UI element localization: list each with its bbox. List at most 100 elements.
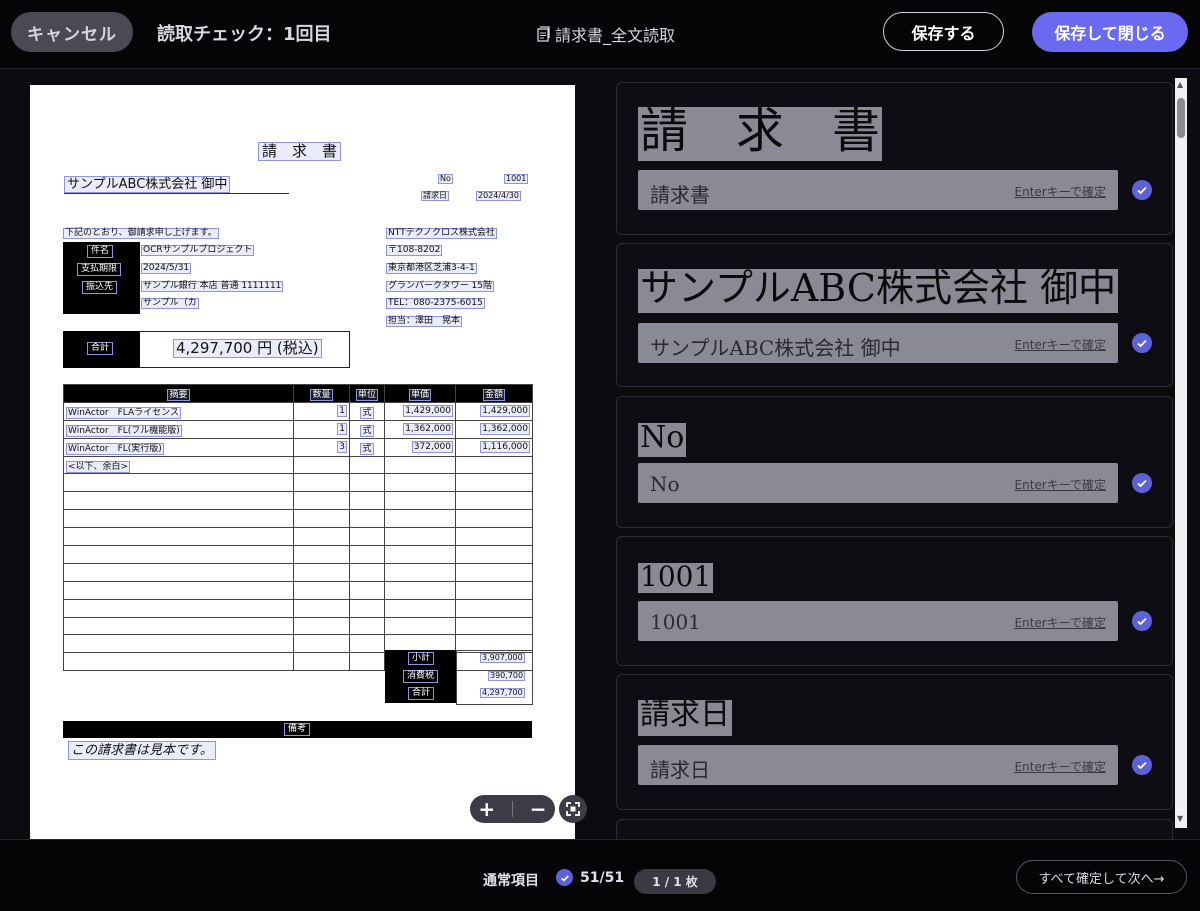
info-value-bank-name[interactable]: サンプル（カ — [141, 298, 199, 309]
summary-tax-value[interactable]: 390,700 — [488, 671, 526, 681]
document-icon — [537, 26, 550, 42]
document-title-text: 請求書_全文読取 — [555, 26, 676, 45]
field-card[interactable]: サンプルABC株式会社 御中 サンプルABC株式会社 御中 Enterキーで確定 — [616, 243, 1173, 387]
save-and-close-button[interactable]: 保存して閉じる — [1032, 12, 1188, 52]
enter-hint: Enterキーで確定 — [1014, 760, 1107, 774]
field-input-value[interactable]: 請求日 — [650, 754, 710, 783]
doc-date-value[interactable]: 2024/4/30 — [476, 191, 522, 201]
summary-subtotal-label[interactable]: 小計 — [408, 652, 435, 665]
field-input[interactable]: 請求日 Enterキーで確定 — [638, 745, 1118, 785]
issuer-company[interactable]: NTTテクノクロス株式会社 — [386, 228, 498, 239]
col-header-price[interactable]: 単価 — [408, 388, 431, 401]
field-card-partial[interactable] — [616, 819, 1173, 839]
issuer-tel[interactable]: TEL：080-2375-6015 — [386, 298, 485, 309]
summary-tax-label[interactable]: 消費税 — [403, 670, 439, 683]
col-header-desc[interactable]: 摘要 — [167, 388, 190, 401]
total-label[interactable]: 合計 — [87, 342, 114, 355]
summary-total-value[interactable]: 4,297,700 — [480, 688, 525, 698]
zoom-controls: + − — [470, 795, 555, 823]
scroll-down-icon[interactable]: ▼ — [1177, 814, 1183, 823]
field-input-value[interactable]: サンプルABC株式会社 御中 — [650, 332, 901, 361]
check-icon[interactable] — [1132, 180, 1152, 200]
scroll-thumb[interactable] — [1177, 98, 1185, 138]
issuer-building[interactable]: グランパークタワー 15階 — [386, 281, 494, 292]
field-input-value[interactable]: No — [650, 472, 680, 496]
field-card[interactable]: 請 求 書 請求書 Enterキーで確定 — [616, 82, 1173, 235]
check-icon[interactable] — [1132, 473, 1152, 493]
info-value-due[interactable]: 2024/5/31 — [141, 263, 192, 274]
fit-screen-icon[interactable] — [559, 795, 587, 823]
remarks-label[interactable]: 備考 — [284, 723, 311, 736]
issuer-contact[interactable]: 担当：澤田 晃本 — [386, 316, 463, 327]
table-row: <以下、余白> — [63, 455, 533, 475]
row-amount[interactable]: 1,429,000 — [480, 405, 530, 418]
col-header-unit[interactable]: 単位 — [355, 388, 378, 401]
info-label-subject[interactable]: 件名 — [87, 245, 114, 258]
row-price[interactable]: 1,362,000 — [403, 423, 453, 436]
col-header-amount[interactable]: 金額 — [482, 388, 505, 401]
info-value-bank[interactable]: サンプル銀行 本店 普通 1111111 — [141, 281, 284, 292]
scrollbar[interactable]: ▲ ▼ — [1175, 78, 1187, 828]
zoom-in-icon[interactable]: + — [478, 797, 495, 821]
field-list[interactable]: 請 求 書 請求書 Enterキーで確定 サンプルABC株式会社 御中 サンプル… — [616, 78, 1173, 839]
col-header-qty[interactable]: 数量 — [310, 388, 333, 401]
row-amount[interactable]: 1,116,000 — [480, 441, 530, 454]
row-desc[interactable]: WinActor FLAライセンス — [66, 406, 181, 419]
row-unit[interactable]: 式 — [360, 442, 374, 455]
enter-hint: Enterキーで確定 — [1014, 185, 1107, 199]
zoom-divider — [511, 801, 513, 817]
row-desc[interactable]: WinActor FL(フル機能版) — [66, 424, 182, 437]
row-unit[interactable]: 式 — [360, 406, 374, 419]
row-qty[interactable]: 1 — [337, 405, 347, 418]
summary-subtotal-value[interactable]: 3,907,000 — [480, 653, 525, 663]
summary-total-label[interactable]: 合計 — [408, 687, 435, 700]
field-input[interactable]: 請求書 Enterキーで確定 — [638, 170, 1118, 210]
field-input-value[interactable]: 1001 — [650, 610, 701, 634]
total-value[interactable]: 4,297,700 円 (税込) — [173, 339, 322, 358]
save-button[interactable]: 保存する — [883, 12, 1004, 51]
cancel-button[interactable]: キャンセル — [11, 12, 133, 52]
row-unit[interactable]: 式 — [360, 424, 374, 437]
row-price[interactable]: 372,000 — [411, 441, 453, 454]
doc-recipient[interactable]: サンプルABC株式会社 御中 — [64, 176, 231, 193]
row-qty[interactable]: 1 — [337, 423, 347, 436]
field-card[interactable]: 1001 1001 Enterキーで確定 — [616, 536, 1173, 666]
field-card[interactable]: No No Enterキーで確定 — [616, 396, 1173, 528]
table-row-empty — [63, 598, 533, 618]
row-qty[interactable]: 3 — [337, 441, 347, 454]
table-row-empty — [63, 562, 533, 582]
doc-date-label[interactable]: 請求日 — [421, 191, 449, 201]
issuer-address[interactable]: 東京都港区芝浦3-4-1 — [386, 263, 477, 274]
remarks-handwritten[interactable]: この請求書は見本です。 — [68, 741, 216, 760]
line-items-table: 摘要 数量 単位 単価 金額 WinActor FLAライセンス 1 式 1,4… — [63, 384, 533, 672]
row-desc[interactable]: WinActor FL(実行版) — [66, 442, 164, 455]
doc-no-value[interactable]: 1001 — [504, 174, 529, 184]
confirm-all-next-button[interactable]: すべて確定して次へ→ — [1016, 860, 1187, 894]
check-icon[interactable] — [1132, 333, 1152, 353]
info-label-due[interactable]: 支払期限 — [77, 263, 122, 276]
table-row-empty — [63, 616, 533, 636]
check-icon[interactable] — [1132, 755, 1152, 775]
field-input[interactable]: 1001 Enterキーで確定 — [638, 601, 1118, 641]
zoom-out-icon[interactable]: − — [530, 797, 547, 821]
enter-hint: Enterキーで確定 — [1014, 478, 1107, 492]
scroll-up-icon[interactable]: ▲ — [1177, 80, 1183, 89]
field-input[interactable]: サンプルABC株式会社 御中 Enterキーで確定 — [638, 323, 1118, 363]
doc-intro[interactable]: 下記のとおり、御請求申し上げます。 — [63, 228, 219, 239]
row-desc[interactable]: <以下、余白> — [66, 460, 131, 473]
field-input[interactable]: No Enterキーで確定 — [638, 463, 1118, 503]
doc-no-label[interactable]: No — [438, 174, 453, 184]
row-price[interactable]: 1,429,000 — [403, 405, 453, 418]
row-amount[interactable]: 1,362,000 — [480, 423, 530, 436]
table-row-empty — [63, 545, 533, 564]
document-preview[interactable]: 請 求 書 サンプルABC株式会社 御中 No 1001 請求日 2024/4/… — [30, 85, 575, 839]
table-row-empty — [63, 491, 533, 511]
field-input-value[interactable]: 請求書 — [650, 179, 710, 208]
check-icon[interactable] — [1132, 611, 1152, 631]
info-value-subject[interactable]: OCRサンプルプロジェクト — [141, 245, 255, 256]
doc-heading[interactable]: 請 求 書 — [258, 142, 342, 161]
document-title: 請求書_全文読取 — [535, 22, 675, 46]
issuer-postal[interactable]: 〒108-8202 — [386, 245, 443, 256]
field-card[interactable]: 請求日 請求日 Enterキーで確定 — [616, 674, 1173, 810]
info-label-bank[interactable]: 振込先 — [82, 281, 118, 294]
